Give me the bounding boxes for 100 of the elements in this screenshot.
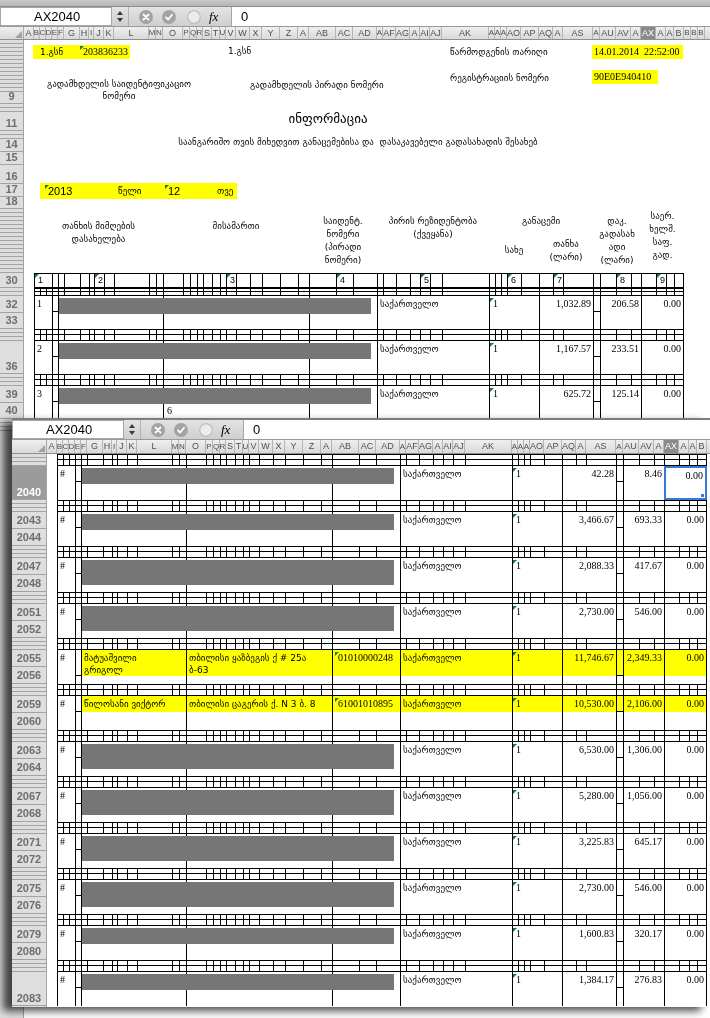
function-button[interactable]: fx [221,423,231,436]
column-header[interactable]: AU [623,440,639,453]
column-header[interactable]: A [689,440,697,453]
column-header[interactable]: M [149,27,156,39]
row-header[interactable]: 2047 [12,558,46,575]
column-header[interactable]: N [156,27,163,39]
column-header[interactable]: A [593,27,600,39]
column-header[interactable]: F [58,27,64,39]
column-header[interactable]: AC [336,27,353,39]
column-header[interactable]: Z [280,27,298,39]
column-header[interactable]: AK [442,27,489,39]
row-header[interactable]: 2067 [12,788,46,805]
formula-field[interactable]: 0 [231,7,710,26]
column-header[interactable]: A [576,440,586,453]
column-header[interactable]: S [203,27,212,39]
column-header[interactable]: AQ [539,27,553,39]
column-header[interactable]: W [259,440,273,453]
row-header[interactable]: 17 [0,184,23,197]
column-header[interactable]: E [52,27,58,39]
check-icon[interactable] [174,422,188,437]
column-header[interactable]: AC [359,440,376,453]
column-header[interactable]: B [697,440,707,453]
column-header[interactable]: B [698,27,705,39]
column-header[interactable]: Q [213,440,220,453]
column-header[interactable]: A [377,27,383,39]
row-header[interactable]: 2063 [12,742,46,759]
row-header[interactable]: 15 [0,152,23,165]
column-header[interactable]: K [127,440,137,453]
column-header[interactable]: A [616,440,623,453]
column-header[interactable]: AJ [430,27,442,39]
circle-icon[interactable] [187,9,201,24]
fill-handle[interactable] [700,493,705,498]
formula-field[interactable]: 0 [243,420,710,439]
column-header[interactable]: A [553,27,563,39]
column-header[interactable]: C [40,27,46,39]
column-header[interactable]: AI [443,440,453,453]
column-header[interactable]: G [64,27,80,39]
column-header[interactable]: A [666,27,674,39]
name-box[interactable]: AX2040 [0,7,112,26]
column-header[interactable]: N [179,440,186,453]
circle-icon[interactable] [199,422,213,437]
column-header[interactable]: H [80,27,89,39]
column-header[interactable]: AV [639,440,654,453]
column-header[interactable]: B [57,440,63,453]
column-header[interactable]: C [63,440,69,453]
select-all-icon[interactable] [15,31,22,38]
column-header[interactable]: S [226,440,235,453]
column-header[interactable]: AU [600,27,616,39]
column-header[interactable]: A [321,440,332,453]
column-header[interactable]: A [298,27,309,39]
column-header[interactable]: A [400,440,406,453]
column-header[interactable]: A [518,440,524,453]
row-header[interactable]: 2043 [12,512,46,529]
row-header[interactable]: 2051 [12,604,46,621]
column-header[interactable]: A [47,440,57,453]
column-header[interactable]: AS [563,27,593,39]
column-header[interactable]: B [691,27,698,39]
column-header[interactable]: Q [190,27,197,39]
column-header[interactable]: B [684,27,691,39]
row-header[interactable]: 32 [0,296,23,313]
stepper-icon[interactable] [117,11,123,22]
column-header[interactable]: AB [332,440,359,453]
column-header[interactable]: B [674,27,684,39]
column-header[interactable]: P [206,440,213,453]
column-header[interactable]: U [243,440,249,453]
column-header[interactable]: J [117,440,127,453]
column-header[interactable]: A [524,440,530,453]
column-header[interactable]: AS [586,440,616,453]
column-header[interactable]: A [433,440,443,453]
row-header[interactable]: 16 [0,165,23,184]
column-header[interactable]: A [501,27,507,39]
column-header[interactable]: T [212,27,220,39]
column-header[interactable]: A [512,440,518,453]
column-header[interactable]: AG [396,27,410,39]
column-header[interactable]: AF [383,27,396,39]
column-header[interactable]: AV [616,27,631,39]
column-header[interactable]: L [114,27,149,39]
column-header[interactable]: A [489,27,495,39]
row-header[interactable]: 2075 [12,880,46,897]
column-header[interactable]: G [87,440,103,453]
select-all-icon[interactable] [38,445,45,452]
row-header[interactable]: 14 [0,139,23,152]
column-header[interactable]: AP [544,440,562,453]
row-header[interactable]: 2071 [12,834,46,851]
column-header[interactable]: A [656,27,666,39]
column-header[interactable]: AD [353,27,377,39]
column-header[interactable]: D [69,440,75,453]
column-header[interactable]: X [250,27,262,39]
column-header[interactable]: W [236,27,250,39]
column-header[interactable]: O [163,27,183,39]
column-header[interactable]: F [81,440,87,453]
column-header[interactable]: A [24,27,34,39]
column-header[interactable]: A [410,27,420,39]
column-header[interactable]: U [220,27,226,39]
column-header[interactable]: R [197,27,203,39]
column-header[interactable]: AK [465,440,512,453]
column-header[interactable]: K [104,27,114,39]
column-header[interactable]: X [273,440,285,453]
cancel-icon[interactable] [139,9,153,24]
column-header[interactable]: O [186,440,206,453]
